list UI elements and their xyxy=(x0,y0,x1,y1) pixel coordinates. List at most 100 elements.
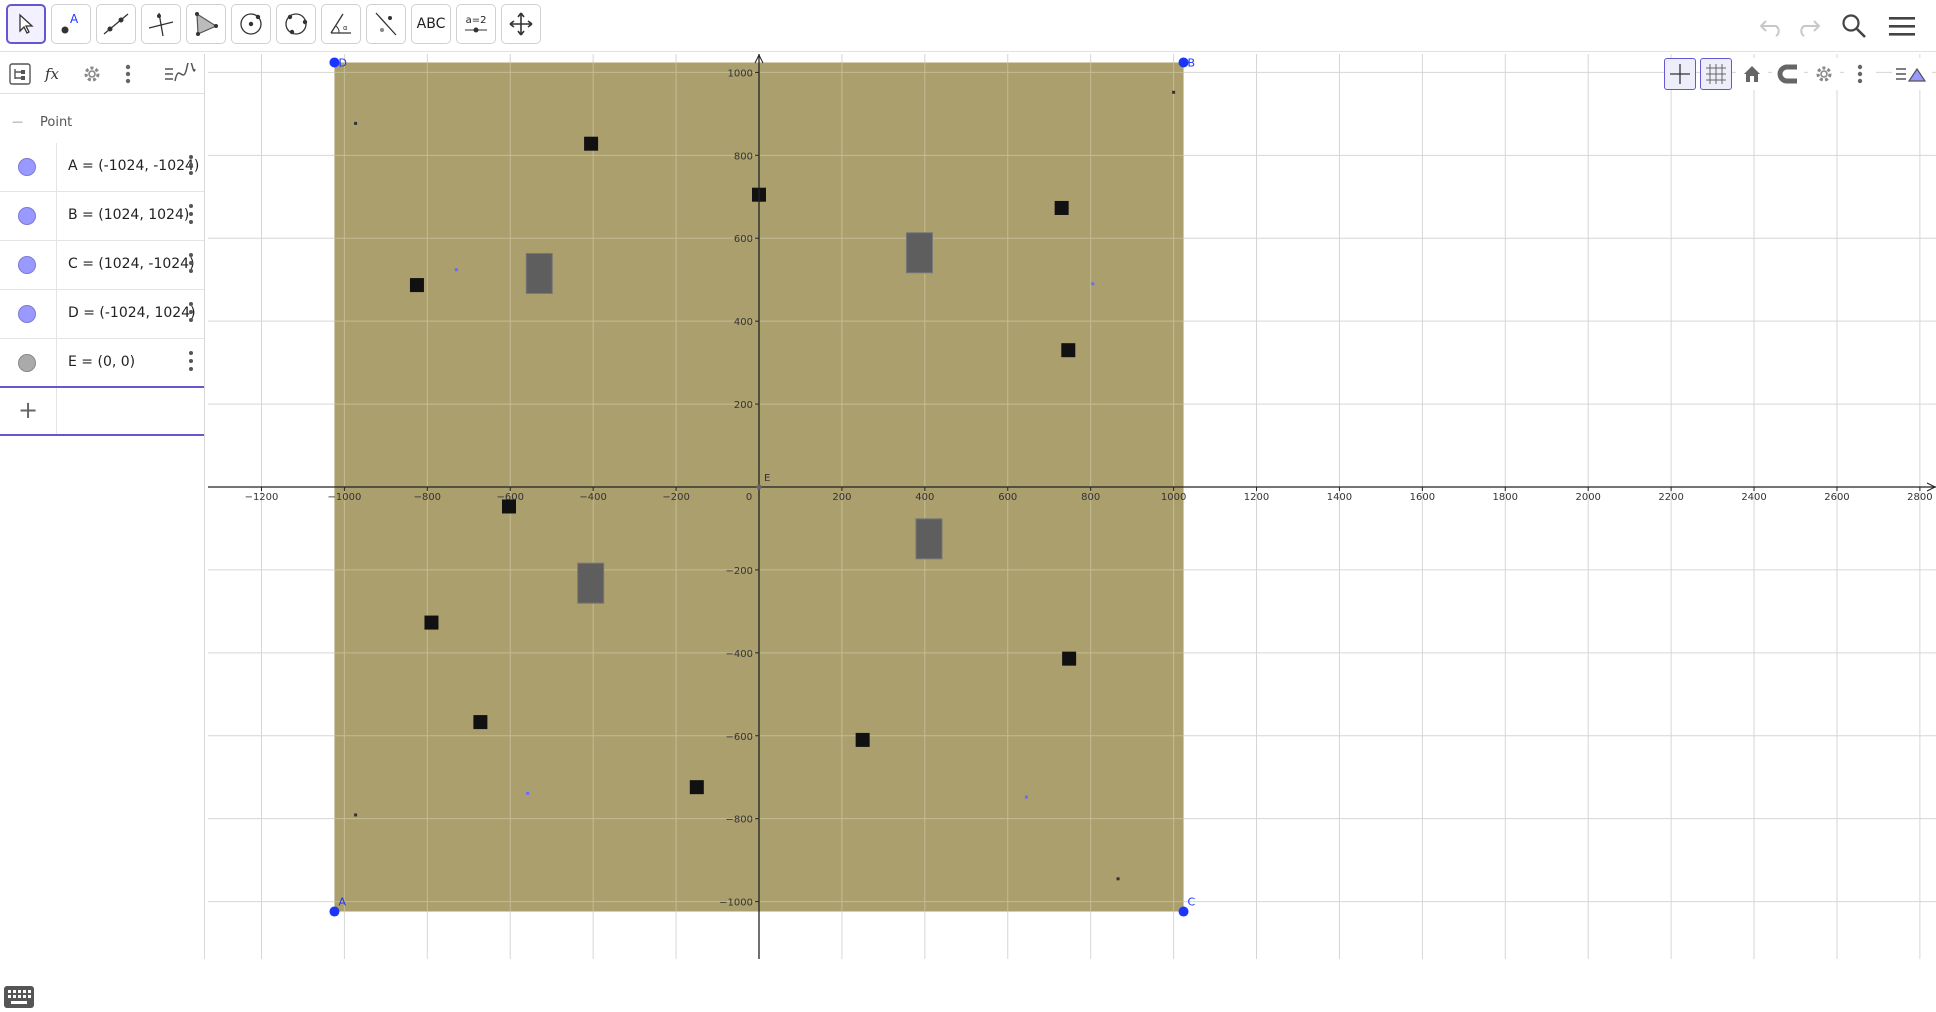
circle-tool[interactable] xyxy=(231,4,271,44)
x-tick-label: 1000 xyxy=(1161,492,1186,503)
algebra-input-row[interactable]: + xyxy=(0,386,204,436)
small-point[interactable] xyxy=(1024,795,1028,799)
line-tool[interactable] xyxy=(96,4,136,44)
image-object[interactable] xyxy=(424,615,439,630)
visibility-marble[interactable] xyxy=(18,354,36,372)
image-object[interactable] xyxy=(409,278,424,293)
visibility-marble[interactable] xyxy=(18,207,36,225)
y-tick-label: 600 xyxy=(734,234,753,245)
magnet-icon xyxy=(1777,64,1797,84)
point-label: E xyxy=(764,473,770,484)
graph-style-icon xyxy=(165,63,196,82)
circle-through-points-tool[interactable] xyxy=(276,4,316,44)
small-point[interactable] xyxy=(1091,282,1095,286)
slider-tool-label: a=2 xyxy=(465,14,487,26)
algebra-item[interactable]: C = (1024, -1024) xyxy=(0,241,204,290)
algebra-formula[interactable]: A = (-1024, -1024) xyxy=(68,158,199,174)
graphics-style-button[interactable] xyxy=(1892,58,1932,90)
small-point[interactable] xyxy=(354,813,358,817)
algebra-item[interactable]: B = (1024, 1024) xyxy=(0,192,204,241)
graphics-canvas[interactable]: −1200 −1000 −800 −600 −400 −200 0 200 400 600 800 1… xyxy=(208,54,1936,959)
home-icon xyxy=(1744,66,1760,82)
algebra-settings-button[interactable] xyxy=(76,58,108,90)
slider-icon: a=2 xyxy=(464,15,488,34)
image-object[interactable] xyxy=(1061,343,1076,358)
move-graphics-tool[interactable] xyxy=(501,4,541,44)
graphics-more-button[interactable] xyxy=(1844,58,1876,90)
point-label: D xyxy=(338,56,346,69)
item-more-button[interactable] xyxy=(186,349,196,373)
image-object[interactable] xyxy=(855,732,870,747)
perpendicular-tool[interactable] xyxy=(141,4,181,44)
image-object[interactable] xyxy=(1054,200,1069,215)
image-object[interactable] xyxy=(584,136,599,151)
keyboard-icon xyxy=(4,986,34,1008)
image-object[interactable] xyxy=(915,518,943,560)
algebra-formula[interactable]: E = (0, 0) xyxy=(68,354,135,370)
add-item-button[interactable]: + xyxy=(18,398,38,422)
y-tick-label: −1000 xyxy=(719,898,753,909)
text-tool[interactable]: ABC xyxy=(411,4,451,44)
small-point[interactable] xyxy=(454,268,458,272)
collapse-icon[interactable]: — xyxy=(12,115,23,128)
search-button[interactable] xyxy=(1836,8,1872,44)
point-tool[interactable]: A xyxy=(51,4,91,44)
image-object[interactable] xyxy=(473,715,488,730)
grid-toggle-button[interactable] xyxy=(1700,58,1732,90)
home-button[interactable] xyxy=(1736,58,1768,90)
item-more-button[interactable] xyxy=(186,300,196,324)
slider-tool[interactable]: a=2 xyxy=(456,4,496,44)
small-point[interactable] xyxy=(526,791,530,795)
point-E[interactable] xyxy=(756,484,762,490)
angle-tool[interactable]: α xyxy=(321,4,361,44)
item-more-button[interactable] xyxy=(186,153,196,177)
image-object[interactable] xyxy=(577,562,605,604)
algebra-more-button[interactable] xyxy=(112,58,144,90)
graphics-view[interactable]: −1200 −1000 −800 −600 −400 −200 0 200 400 600 800 1… xyxy=(208,54,1936,959)
more-vertical-icon xyxy=(125,64,131,84)
image-object[interactable] xyxy=(905,232,933,274)
image-object[interactable] xyxy=(525,252,553,294)
algebra-item[interactable]: E = (0, 0) xyxy=(0,339,204,388)
algebra-formula[interactable]: B = (1024, 1024) xyxy=(68,207,189,223)
image-object[interactable] xyxy=(689,780,704,795)
graph-style-button[interactable] xyxy=(162,58,198,90)
polygon-tool[interactable] xyxy=(186,4,226,44)
graphics-settings-button[interactable] xyxy=(1808,58,1840,90)
snap-button[interactable] xyxy=(1772,58,1804,90)
x-tick-label: 1800 xyxy=(1493,492,1518,503)
algebra-item[interactable]: D = (-1024, 1024) xyxy=(0,290,204,339)
move-tool[interactable] xyxy=(6,4,46,44)
image-object[interactable] xyxy=(1062,651,1077,666)
x-tick-label: 1400 xyxy=(1327,492,1352,503)
visibility-marble[interactable] xyxy=(18,305,36,323)
small-point[interactable] xyxy=(1172,90,1176,94)
fx-button[interactable]: fx xyxy=(40,58,72,90)
undo-button[interactable] xyxy=(1754,8,1790,44)
item-more-button[interactable] xyxy=(186,251,196,275)
reflect-tool[interactable] xyxy=(366,4,406,44)
point-label: A xyxy=(338,896,346,909)
visibility-marble[interactable] xyxy=(18,256,36,274)
row-divider xyxy=(56,143,57,191)
redo-button[interactable] xyxy=(1790,8,1826,44)
x-tick-label: −800 xyxy=(414,492,441,503)
item-more-button[interactable] xyxy=(186,202,196,226)
svg-text:α: α xyxy=(343,24,348,32)
small-point[interactable] xyxy=(354,121,358,125)
small-point[interactable] xyxy=(1116,877,1120,881)
algebra-formula[interactable]: C = (1024, -1024) xyxy=(68,256,195,272)
point-group-header[interactable]: — Point xyxy=(0,108,204,140)
algebra-view-button[interactable] xyxy=(4,58,36,90)
menu-button[interactable] xyxy=(1884,8,1920,44)
x-tick-label: 2200 xyxy=(1658,492,1683,503)
algebra-formula[interactable]: D = (-1024, 1024) xyxy=(68,305,196,321)
x-tick-label: 2000 xyxy=(1575,492,1600,503)
search-icon xyxy=(1842,14,1866,38)
algebra-item[interactable]: A = (-1024, -1024) xyxy=(0,143,204,192)
text-icon: ABC xyxy=(416,16,446,32)
keyboard-button[interactable] xyxy=(4,986,34,1008)
algebra-input-field[interactable] xyxy=(57,388,204,434)
visibility-marble[interactable] xyxy=(18,158,36,176)
axes-toggle-button[interactable] xyxy=(1664,58,1696,90)
